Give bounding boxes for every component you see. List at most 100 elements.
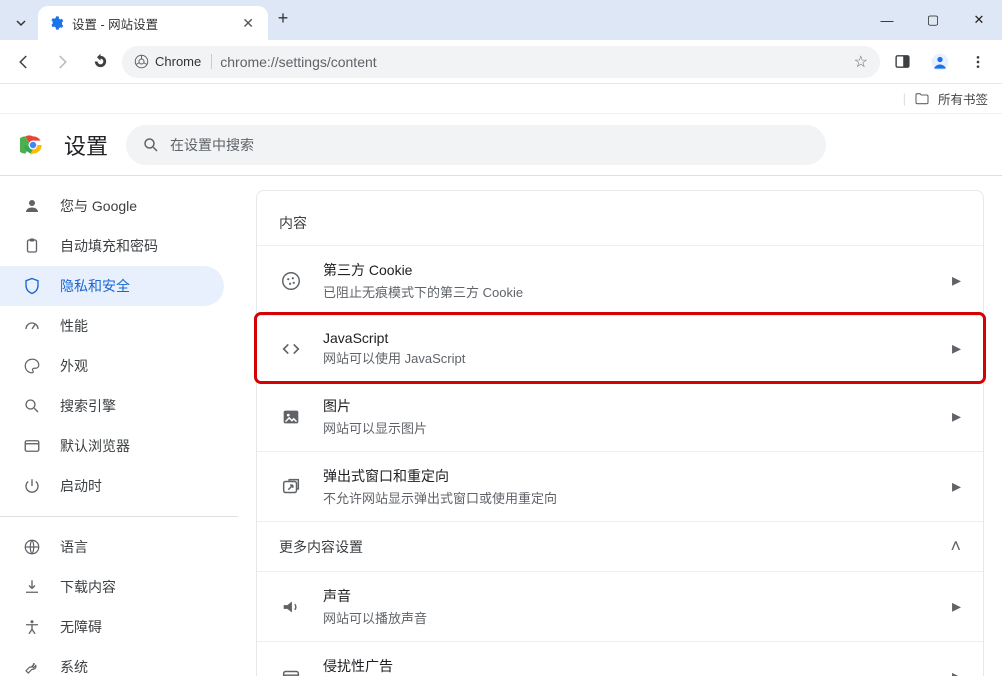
person-icon <box>22 197 42 215</box>
sidebar-item-label: 搜索引擎 <box>60 396 116 416</box>
search-icon <box>142 136 160 154</box>
chevron-right-icon: ▸ <box>952 270 961 291</box>
browser-icon <box>22 437 42 455</box>
sidebar-item-accessibility[interactable]: 无障碍 <box>0 607 224 647</box>
sidebar-item-label: 启动时 <box>60 476 102 496</box>
sidebar-item-label: 默认浏览器 <box>60 436 130 456</box>
search-placeholder: 在设置中搜索 <box>170 135 254 155</box>
sidebar-item-label: 无障碍 <box>60 617 102 637</box>
sidebar-item-label: 隐私和安全 <box>60 276 130 296</box>
row-popups-redirects[interactable]: 弹出式窗口和重定向不允许网站显示弹出式窗口或使用重定向 ▸ <box>257 451 983 521</box>
row-title: JavaScript <box>323 330 932 346</box>
content-card: 内容 第三方 Cookie 已阻止无痕模式下的第三方 Cookie ▸ JavaS… <box>256 190 984 676</box>
shield-icon <box>22 277 42 295</box>
row-third-party-cookies[interactable]: 第三方 Cookie 已阻止无痕模式下的第三方 Cookie ▸ <box>257 245 983 315</box>
sidebar-item-label: 自动填充和密码 <box>60 236 158 256</box>
search-icon <box>22 397 42 415</box>
row-subtitle: 已阻止无痕模式下的第三方 Cookie <box>323 282 932 301</box>
code-icon <box>279 338 303 360</box>
new-tab-button[interactable]: + <box>268 8 298 33</box>
chevron-down-icon <box>15 17 27 29</box>
row-title: 侵扰性广告 <box>323 656 932 676</box>
gear-icon <box>48 15 64 31</box>
forward-button[interactable] <box>46 46 78 78</box>
window-icon <box>279 666 303 676</box>
tab-title: 设置 - 网站设置 <box>72 14 158 33</box>
browser-tab-active[interactable]: 设置 - 网站设置 ✕ <box>38 6 268 40</box>
url-text: chrome://settings/content <box>220 54 376 70</box>
sidebar-item-default-browser[interactable]: 默认浏览器 <box>0 426 224 466</box>
clipboard-icon <box>22 237 42 255</box>
side-panel-button[interactable] <box>886 46 918 78</box>
profile-button[interactable] <box>924 46 956 78</box>
row-javascript[interactable]: JavaScript 网站可以使用 JavaScript ▸ <box>257 315 983 381</box>
sidebar-item-system[interactable]: 系统 <box>0 647 224 676</box>
settings-sidebar: 您与 Google 自动填充和密码 隐私和安全 性能 外观 搜索引擎 默认浏览器… <box>0 176 238 676</box>
row-subtitle: 网站可以播放声音 <box>323 608 932 627</box>
cookie-icon <box>279 270 303 292</box>
chrome-logo-icon <box>134 54 149 69</box>
row-title: 声音 <box>323 586 932 606</box>
sidebar-item-label: 语言 <box>60 537 88 557</box>
sound-icon <box>279 596 303 618</box>
chevron-right-icon: ▸ <box>952 596 961 617</box>
sidebar-item-downloads[interactable]: 下载内容 <box>0 567 224 607</box>
sidebar-item-label: 下载内容 <box>60 577 116 597</box>
sidebar-item-label: 您与 Google <box>60 196 137 216</box>
bookmark-bar: | 所有书签 <box>0 84 1002 114</box>
image-icon <box>279 406 303 428</box>
chrome-chip: Chrome <box>134 54 212 69</box>
settings-search-input[interactable]: 在设置中搜索 <box>126 125 826 165</box>
chevron-right-icon: ▸ <box>952 338 961 359</box>
sidebar-item-privacy-security[interactable]: 隐私和安全 <box>0 266 224 306</box>
chrome-chip-label: Chrome <box>155 54 201 69</box>
sidebar-item-on-startup[interactable]: 启动时 <box>0 466 224 506</box>
row-title: 第三方 Cookie <box>323 260 932 280</box>
palette-icon <box>22 357 42 375</box>
sidebar-item-label: 系统 <box>60 657 88 676</box>
sidebar-item-search-engine[interactable]: 搜索引擎 <box>0 386 224 426</box>
bookmark-separator: | <box>903 92 906 106</box>
chevron-right-icon: ▸ <box>952 476 961 497</box>
chevron-right-icon: ▸ <box>952 666 961 676</box>
globe-icon <box>22 538 42 556</box>
row-subtitle: 网站可以显示图片 <box>323 418 932 437</box>
sidebar-item-languages[interactable]: 语言 <box>0 527 224 567</box>
back-button[interactable] <box>8 46 40 78</box>
all-bookmarks-button[interactable]: 所有书签 <box>938 89 988 108</box>
sidebar-item-you-and-google[interactable]: 您与 Google <box>0 186 224 226</box>
row-sound[interactable]: 声音网站可以播放声音 ▸ <box>257 571 983 641</box>
browser-toolbar: Chrome chrome://settings/content ☆ <box>0 40 1002 84</box>
row-subtitle: 不允许网站显示弹出式窗口或使用重定向 <box>323 488 932 507</box>
wrench-icon <box>22 658 42 676</box>
sidebar-item-appearance[interactable]: 外观 <box>0 346 224 386</box>
window-titlebar: 设置 - 网站设置 ✕ + — ▢ ✕ <box>0 0 1002 40</box>
chevron-up-icon: ˄ <box>950 536 961 557</box>
settings-header: 设置 在设置中搜索 <box>0 114 1002 176</box>
download-icon <box>22 578 42 596</box>
settings-title: 设置 <box>64 129 108 161</box>
sidebar-item-performance[interactable]: 性能 <box>0 306 224 346</box>
row-subtitle: 网站可以使用 JavaScript <box>323 348 932 367</box>
row-images[interactable]: 图片网站可以显示图片 ▸ <box>257 381 983 451</box>
row-title: 图片 <box>323 396 932 416</box>
reload-button[interactable] <box>84 46 116 78</box>
window-minimize-button[interactable]: — <box>864 0 910 40</box>
row-intrusive-ads[interactable]: 侵扰性广告在已知会展示侵扰性或误导性广告的网站上屏蔽广告 ▸ <box>257 641 983 676</box>
sidebar-item-label: 性能 <box>60 316 88 336</box>
window-close-button[interactable]: ✕ <box>956 0 1002 40</box>
folder-icon <box>914 91 930 107</box>
tab-list-dropdown[interactable] <box>4 6 38 40</box>
window-maximize-button[interactable]: ▢ <box>910 0 956 40</box>
sidebar-item-label: 外观 <box>60 356 88 376</box>
address-bar[interactable]: Chrome chrome://settings/content ☆ <box>122 46 880 78</box>
popup-icon <box>279 476 303 498</box>
more-content-settings-header[interactable]: 更多内容设置 ˄ <box>257 521 983 571</box>
tab-close-button[interactable]: ✕ <box>238 13 258 34</box>
sidebar-item-autofill[interactable]: 自动填充和密码 <box>0 226 224 266</box>
menu-button[interactable] <box>962 46 994 78</box>
content-section-title: 内容 <box>257 209 983 245</box>
more-content-title: 更多内容设置 <box>279 537 363 557</box>
bookmark-star-button[interactable]: ☆ <box>854 52 868 72</box>
accessibility-icon <box>22 618 42 636</box>
